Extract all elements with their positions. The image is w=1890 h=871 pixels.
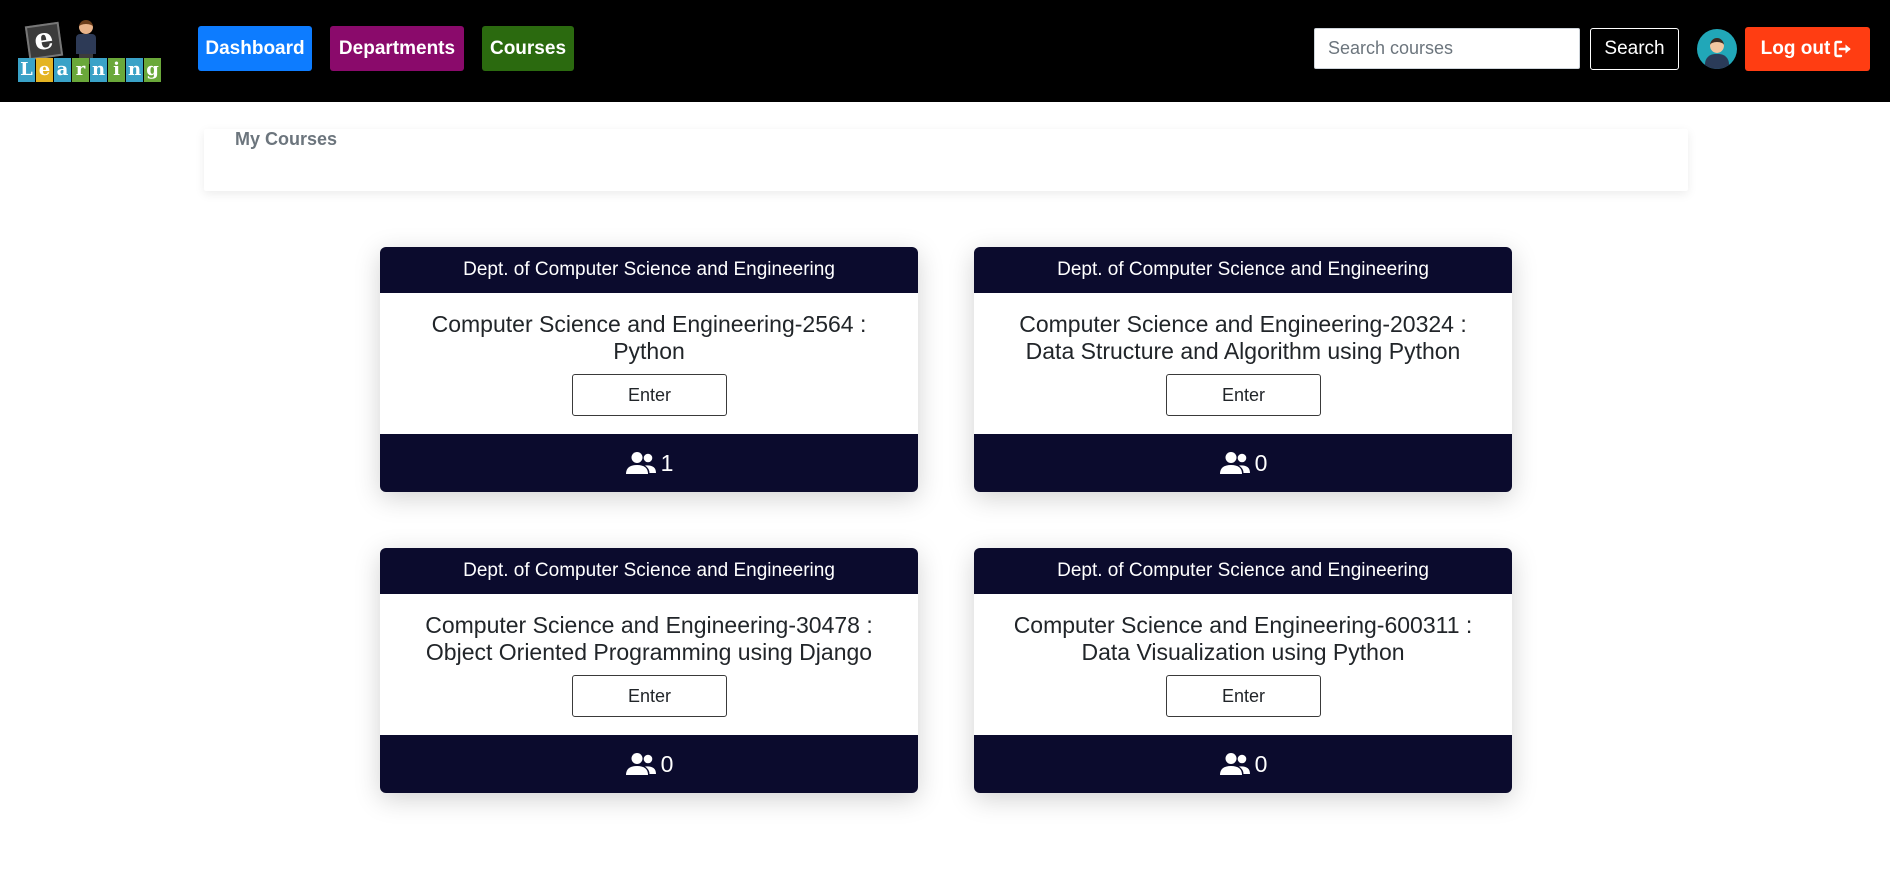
- courses-button[interactable]: Courses: [482, 26, 574, 71]
- logo-letters: L e a r n i n g: [18, 52, 162, 82]
- course-card: Dept. of Computer Science and Engineerin…: [380, 548, 918, 793]
- course-title-line: Computer Science and Engineering-2564 :: [431, 311, 867, 337]
- logo-letter: n: [90, 58, 107, 82]
- course-department: Dept. of Computer Science and Engineerin…: [974, 247, 1512, 293]
- course-title-line: Data Visualization using Python: [1081, 639, 1405, 665]
- enter-course-button[interactable]: Enter: [1166, 374, 1321, 416]
- course-title: Computer Science and Engineering-2564 : …: [380, 311, 918, 365]
- enter-course-button[interactable]: Enter: [572, 374, 727, 416]
- logo-letter: i: [108, 58, 125, 82]
- dashboard-button[interactable]: Dashboard: [198, 26, 312, 71]
- course-department: Dept. of Computer Science and Engineerin…: [380, 548, 918, 594]
- course-students-footer: 0: [380, 735, 918, 793]
- logout-button[interactable]: Log out: [1745, 27, 1870, 71]
- course-title-line: Computer Science and Engineering-600311 …: [1013, 612, 1473, 638]
- users-icon: [1219, 452, 1250, 474]
- elearning-logo[interactable]: e L e a r n i n g: [18, 18, 170, 82]
- enter-course-button[interactable]: Enter: [1166, 675, 1321, 717]
- logo-letter: e: [36, 58, 53, 82]
- course-title-line: Python: [613, 338, 685, 364]
- enter-course-button[interactable]: Enter: [572, 675, 727, 717]
- logo-letter: L: [18, 58, 35, 82]
- users-icon: [1219, 753, 1250, 775]
- student-count: 0: [1254, 449, 1268, 476]
- course-students-footer: 1: [380, 434, 918, 492]
- user-avatar-icon[interactable]: [1697, 29, 1737, 69]
- users-icon: [625, 753, 656, 775]
- logo-letter: a: [54, 58, 71, 82]
- logo-letter: r: [72, 58, 89, 82]
- sign-out-icon: [1834, 40, 1851, 58]
- course-title-line: Computer Science and Engineering-20324 :: [1019, 311, 1467, 337]
- student-count: 0: [660, 750, 674, 777]
- student-count: 0: [1254, 750, 1268, 777]
- logout-label: Log out: [1760, 38, 1831, 59]
- my-courses-header: My Courses: [204, 129, 1688, 191]
- student-count: 1: [660, 449, 674, 476]
- course-title: Computer Science and Engineering-600311 …: [974, 612, 1512, 666]
- course-title-line: Computer Science and Engineering-30478 :: [425, 612, 873, 638]
- search-courses-input[interactable]: [1314, 28, 1580, 69]
- course-students-footer: 0: [974, 735, 1512, 793]
- users-icon: [625, 452, 656, 474]
- course-title-line: Data Structure and Algorithm using Pytho…: [1025, 338, 1461, 364]
- course-card: Dept. of Computer Science and Engineerin…: [380, 247, 918, 492]
- search-button[interactable]: Search: [1590, 28, 1679, 70]
- course-card: Dept. of Computer Science and Engineerin…: [974, 247, 1512, 492]
- course-title: Computer Science and Engineering-30478 :…: [380, 612, 918, 666]
- course-card: Dept. of Computer Science and Engineerin…: [974, 548, 1512, 793]
- logo-letter: n: [126, 58, 143, 82]
- logo-letter: g: [144, 58, 161, 82]
- course-title-line: Object Oriented Programming using Django: [425, 639, 873, 665]
- departments-button[interactable]: Departments: [330, 26, 464, 71]
- page-title: My Courses: [235, 129, 338, 149]
- course-department: Dept. of Computer Science and Engineerin…: [380, 247, 918, 293]
- course-department: Dept. of Computer Science and Engineerin…: [974, 548, 1512, 594]
- top-navbar: e L e a r n i n g Dashboard Departments …: [0, 0, 1890, 102]
- course-students-footer: 0: [974, 434, 1512, 492]
- course-title: Computer Science and Engineering-20324 :…: [974, 311, 1512, 365]
